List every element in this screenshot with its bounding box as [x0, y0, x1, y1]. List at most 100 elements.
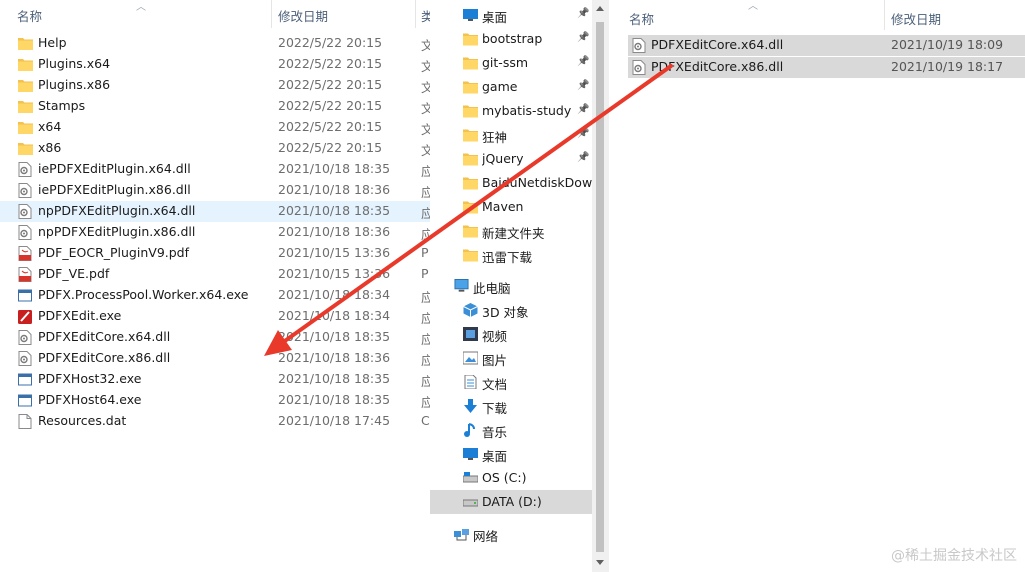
column-divider[interactable]	[415, 0, 416, 28]
file-row[interactable]: Resources.dat 2021/10/18 17:45 C	[0, 411, 430, 432]
file-type: 应	[421, 311, 430, 326]
file-row[interactable]: PDFXHost32.exe 2021/10/18 18:35 应	[0, 369, 430, 390]
file-row[interactable]: npPDFXEditPlugin.x64.dll 2021/10/18 18:35…	[0, 201, 430, 222]
nav-item[interactable]: 狂神 📌	[430, 123, 592, 147]
column-header-type[interactable]: 类	[421, 6, 430, 25]
selected-file-row[interactable]: PDFXEditCore.x64.dll 2021/10/19 18:09	[628, 35, 1025, 56]
nav-item[interactable]: 视频	[430, 322, 592, 346]
file-row[interactable]: npPDFXEditPlugin.x86.dll 2021/10/18 18:36…	[0, 222, 430, 243]
nav-item[interactable]: 新建文件夹	[430, 219, 592, 243]
nav-item[interactable]: 下载	[430, 394, 592, 418]
right-column-header-name[interactable]: 名称	[629, 9, 654, 28]
pin-icon[interactable]: 📌	[577, 128, 589, 139]
nav-item[interactable]: mybatis-study 📌	[430, 99, 592, 123]
file-row[interactable]: PDFXEditCore.x86.dll 2021/10/18 18:36 应	[0, 348, 430, 369]
file-row[interactable]: PDFXEdit.exe 2021/10/18 18:34 应	[0, 306, 430, 327]
file-row[interactable]: PDFX.ProcessPool.Worker.x64.exe 2021/10/1…	[0, 285, 430, 306]
file-date: 2021/10/15 13:36	[278, 266, 391, 281]
nav-item-label: OS (C:)	[482, 470, 527, 485]
file-name: Resources.dat	[38, 413, 127, 428]
file-date: 2021/10/15 13:36	[278, 245, 391, 260]
nav-item[interactable]: 此电脑	[430, 274, 592, 298]
file-type: P	[421, 245, 429, 260]
nav-item-label: BaiduNetdiskDownload	[482, 175, 592, 190]
file-row[interactable]: x64 2022/5/22 20:15 文	[0, 117, 430, 138]
pin-icon[interactable]: 📌	[577, 80, 589, 91]
file-row[interactable]: PDFXEditCore.x64.dll 2021/10/18 18:35 应	[0, 327, 430, 348]
nav-scrollbar[interactable]	[592, 0, 609, 572]
file-row[interactable]: iePDFXEditPlugin.x64.dll 2021/10/18 18:35…	[0, 159, 430, 180]
nav-item[interactable]: 桌面 📌	[430, 3, 592, 27]
nav-item[interactable]: 音乐	[430, 418, 592, 442]
nav-item[interactable]: 图片	[430, 346, 592, 370]
pin-icon[interactable]: 📌	[577, 152, 589, 163]
pin-icon[interactable]: 📌	[577, 104, 589, 115]
nav-item[interactable]: 文档	[430, 370, 592, 394]
file-type: 文	[421, 143, 430, 158]
pin-icon[interactable]: 📌	[577, 56, 589, 67]
nav-item[interactable]: jQuery 📌	[430, 147, 592, 171]
nav-item-label: 新建文件夹	[482, 226, 545, 241]
file-name: iePDFXEditPlugin.x64.dll	[38, 161, 191, 176]
pictures-icon	[462, 351, 479, 365]
folder-icon	[463, 248, 478, 262]
nav-item-label: mybatis-study	[482, 103, 572, 118]
folder-icon	[18, 59, 33, 71]
pin-icon[interactable]: 📌	[577, 32, 589, 43]
dll-file-icon	[18, 225, 32, 240]
file-row[interactable]: Plugins.x64 2022/5/22 20:15 文	[0, 54, 430, 75]
file-date: 2021/10/18 18:35	[278, 329, 391, 344]
file-row[interactable]: Help 2022/5/22 20:15 文	[0, 33, 430, 54]
scroll-up-arrow-icon[interactable]	[596, 6, 604, 11]
nav-item[interactable]: bootstrap 📌	[430, 27, 592, 51]
file-type: 应	[421, 395, 430, 410]
column-divider[interactable]	[884, 0, 885, 30]
file-row[interactable]: Stamps 2022/5/22 20:15 文	[0, 96, 430, 117]
nav-item[interactable]: OS (C:)	[430, 466, 592, 490]
nav-item-label: git-ssm	[482, 55, 529, 70]
nav-item[interactable]: Maven	[430, 195, 592, 219]
scrollbar-thumb[interactable]	[596, 22, 604, 552]
navigation-pane: 桌面 📌 bootstrap 📌 git-ssm 📌 game 📌 mybatis-study 📌…	[430, 0, 610, 572]
nav-item[interactable]: game 📌	[430, 75, 592, 99]
column-header-name[interactable]: 名称	[17, 6, 42, 25]
folder-icon	[463, 152, 478, 166]
nav-item[interactable]: git-ssm 📌	[430, 51, 592, 75]
pdf-file-icon	[18, 246, 32, 261]
file-row[interactable]: x86 2022/5/22 20:15 文	[0, 138, 430, 159]
file-name: PDF_EOCR_PluginV9.pdf	[38, 245, 190, 260]
video-icon	[463, 327, 478, 341]
nav-item[interactable]: DATA (D:)	[430, 490, 592, 514]
nav-item-label: game	[482, 79, 518, 94]
scroll-down-arrow-icon[interactable]	[596, 560, 604, 565]
nav-item-label: 桌面	[482, 10, 508, 25]
file-type: C	[421, 413, 430, 428]
right-column-header-date[interactable]: 修改日期	[891, 9, 941, 28]
nav-item[interactable]: 桌面	[430, 442, 592, 466]
exe-window-icon	[18, 394, 32, 407]
pin-icon[interactable]: 📌	[577, 8, 589, 19]
folder-icon	[463, 80, 478, 94]
file-row[interactable]: PDF_VE.pdf 2021/10/15 13:36 P	[0, 264, 430, 285]
nav-item-label: 狂神	[482, 130, 508, 145]
column-divider[interactable]	[271, 0, 272, 28]
file-type: 文	[421, 122, 430, 137]
file-type: 应	[421, 164, 430, 179]
file-row[interactable]: Plugins.x86 2022/5/22 20:15 文	[0, 75, 430, 96]
file-row[interactable]: iePDFXEditPlugin.x86.dll 2021/10/18 18:36…	[0, 180, 430, 201]
file-row[interactable]: PDF_EOCR_PluginV9.pdf 2021/10/15 13:36 P	[0, 243, 430, 264]
dll-file-icon	[18, 351, 32, 366]
file-name: Plugins.x64	[38, 56, 111, 71]
selected-file-row[interactable]: PDFXEditCore.x86.dll 2021/10/19 18:17	[628, 57, 1025, 78]
pdfxedit-app-icon	[18, 310, 32, 324]
file-date: 2021/10/18 18:35	[278, 371, 391, 386]
nav-item[interactable]: 3D 对象	[430, 298, 592, 322]
column-header-date[interactable]: 修改日期	[278, 6, 328, 25]
nav-item-label: 下载	[482, 401, 508, 416]
file-name: PDFXEditCore.x64.dll	[651, 37, 784, 52]
folder-icon	[463, 224, 478, 238]
nav-item[interactable]: 迅雷下载	[430, 243, 592, 267]
nav-item[interactable]: BaiduNetdiskDownload	[430, 171, 592, 195]
nav-item[interactable]: 网络	[430, 522, 592, 546]
file-row[interactable]: PDFXHost64.exe 2021/10/18 18:35 应	[0, 390, 430, 411]
